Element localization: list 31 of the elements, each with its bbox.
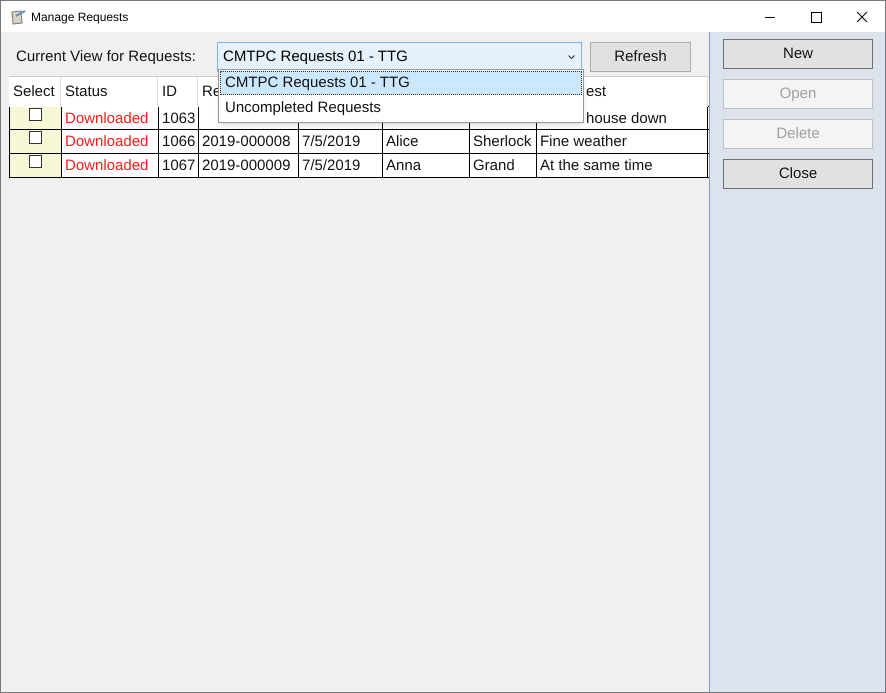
table-cell: 7/5/2019 xyxy=(299,130,383,153)
refresh-button[interactable]: Refresh xyxy=(590,42,691,72)
table-cell: Downloaded xyxy=(62,107,159,129)
table-cell: 2019-000009 xyxy=(199,154,299,177)
table-cell: 7/5/2019 xyxy=(299,154,383,177)
action-button[interactable]: New xyxy=(723,39,873,69)
table-cell: 1067 xyxy=(159,154,199,177)
table-cell: Alice xyxy=(383,130,470,153)
window-title: Manage Requests xyxy=(31,8,128,26)
checkbox[interactable] xyxy=(29,131,42,144)
table-cell: Fine weather xyxy=(537,130,708,153)
table-cell: Downloaded xyxy=(62,130,159,153)
column-header[interactable]: ID xyxy=(158,77,198,107)
column-header[interactable]: Select xyxy=(9,77,61,107)
checkbox[interactable] xyxy=(29,155,42,168)
table-cell: Grand xyxy=(470,154,537,177)
table-cell: Downloaded xyxy=(62,154,159,177)
view-dropdown[interactable]: CMTPC Requests 01 - TTG xyxy=(217,42,582,72)
action-button[interactable]: Close xyxy=(723,159,873,189)
table-cell: Sherlock xyxy=(470,130,537,153)
table-cell: 1063 xyxy=(159,107,199,129)
table-cell: At the same time xyxy=(537,154,708,177)
table-cell: Anna xyxy=(383,154,470,177)
column-header[interactable]: Status xyxy=(61,77,158,107)
checkbox[interactable] xyxy=(29,108,42,121)
dropdown-option[interactable]: CMTPC Requests 01 - TTG xyxy=(220,71,582,95)
app-icon xyxy=(10,8,26,24)
caret-icon xyxy=(568,54,575,60)
table-cell: 2019-000008 xyxy=(199,130,299,153)
view-label: Current View for Requests: xyxy=(16,46,197,67)
table-cell: 1066 xyxy=(159,130,199,153)
